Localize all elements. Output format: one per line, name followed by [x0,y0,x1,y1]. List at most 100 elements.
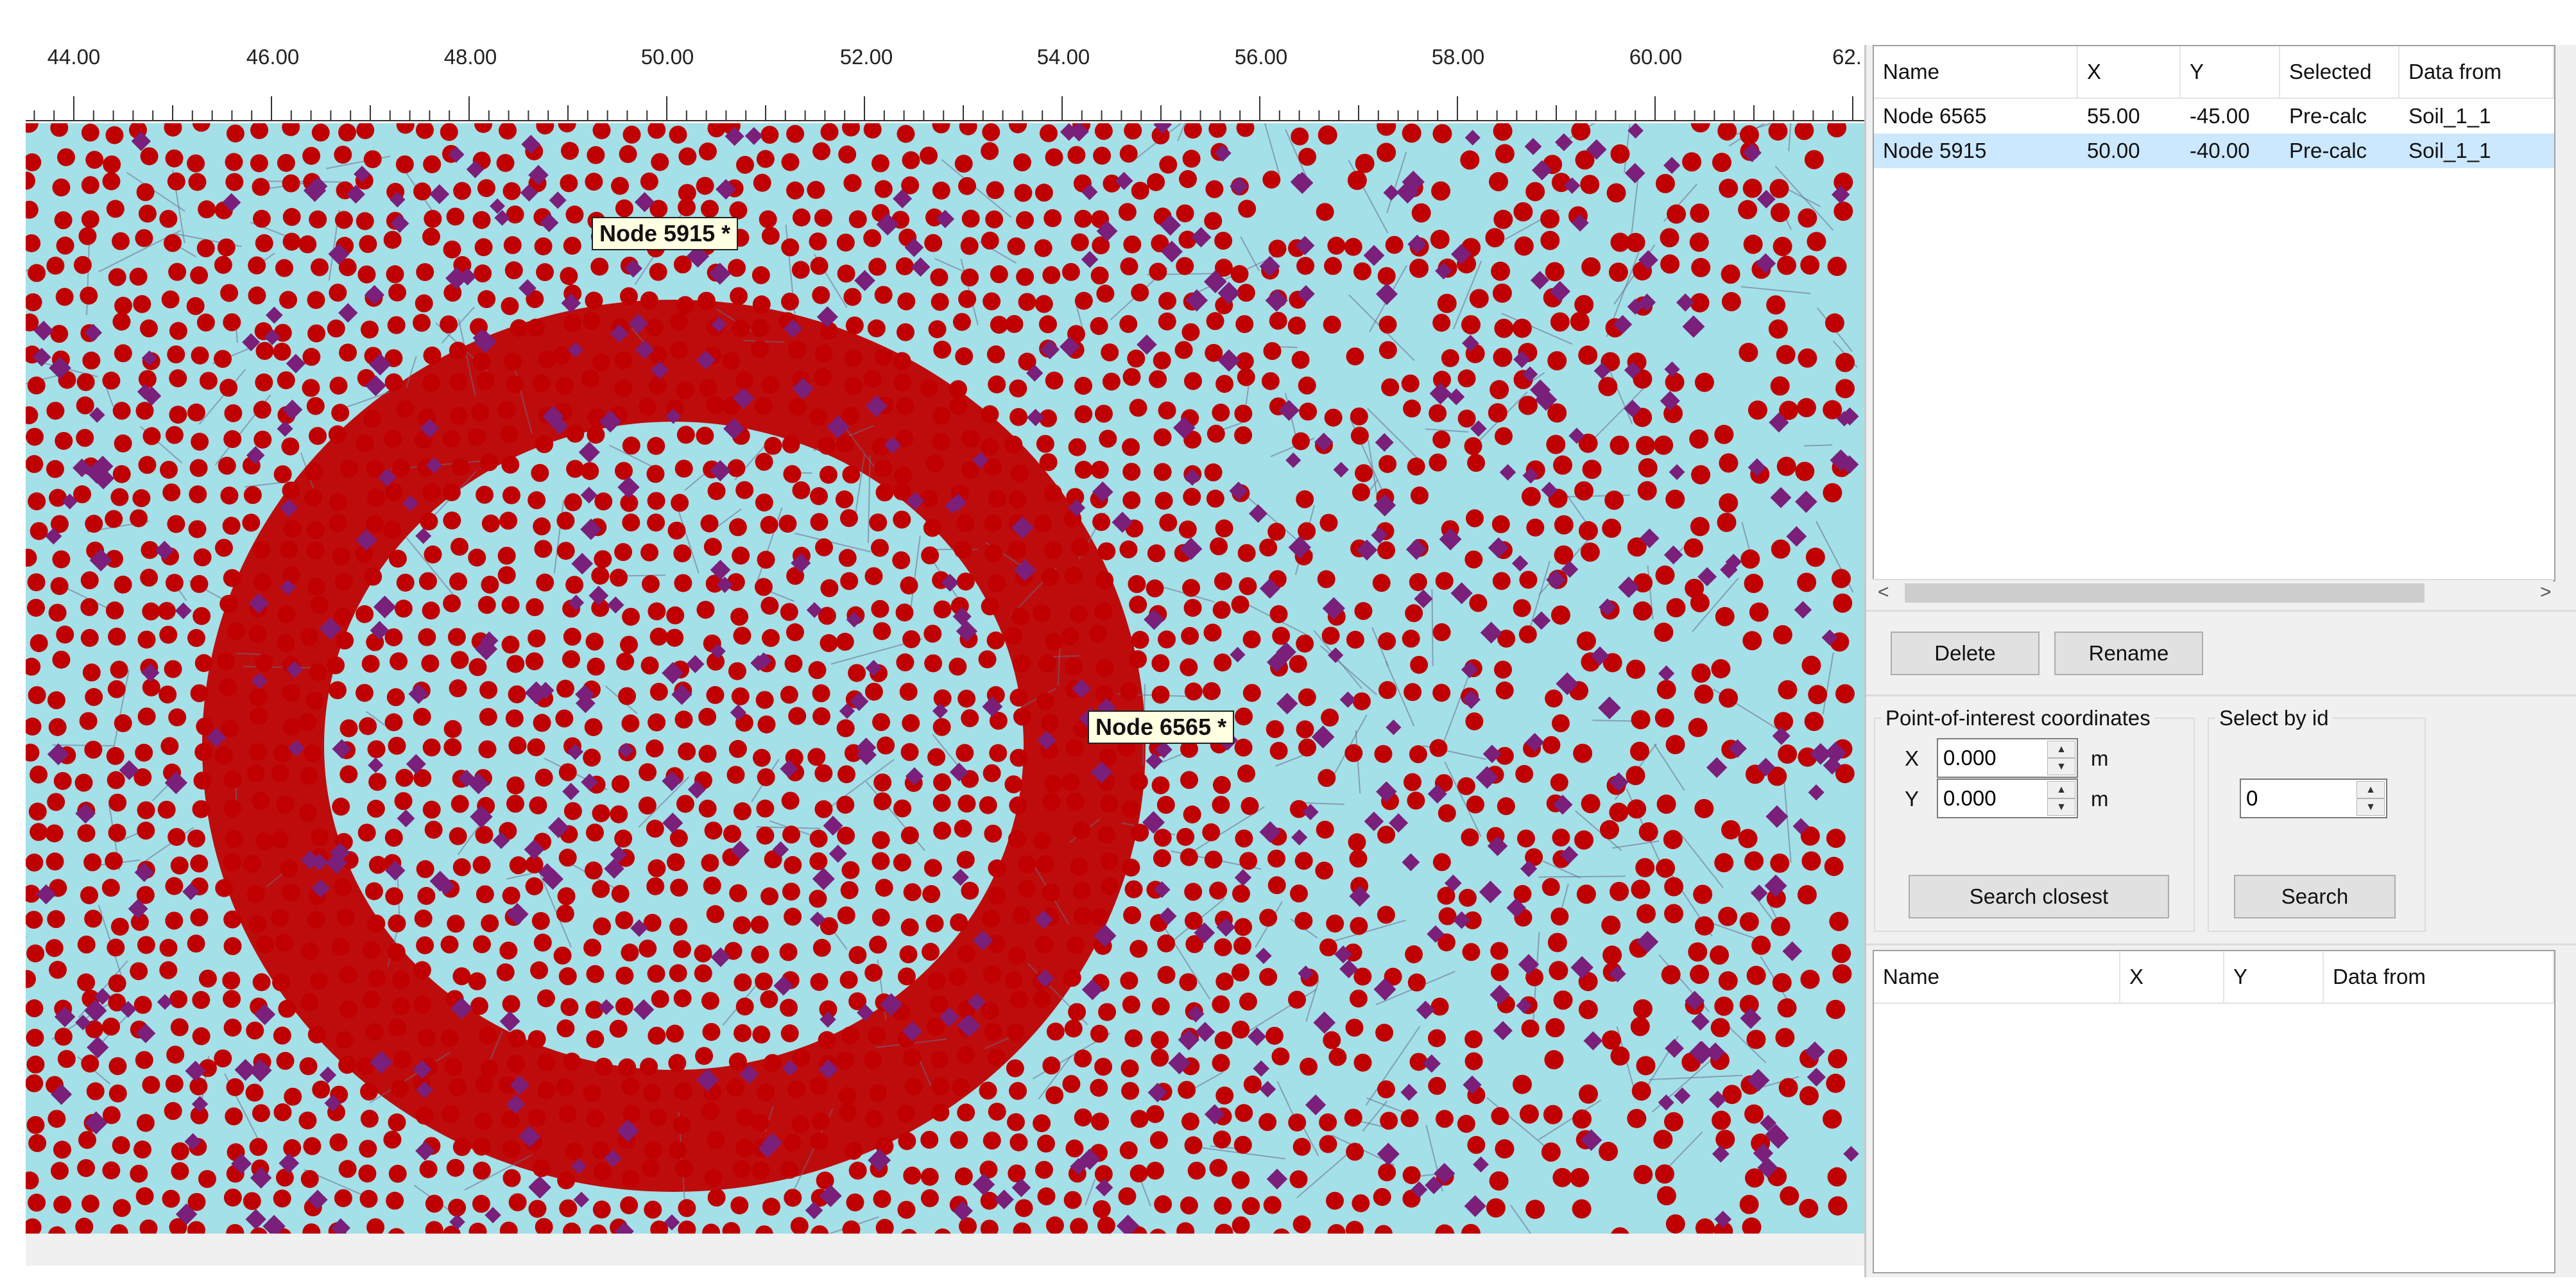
mesh-node [1319,513,1338,532]
mesh-node [988,574,1006,592]
spin-up-icon[interactable]: ▲ [2047,781,2075,798]
mesh-node [1129,596,1147,614]
node-label-6565[interactable]: Node 6565 * [1088,710,1235,744]
search-button[interactable]: Search [2234,875,2396,918]
mesh-node [226,1224,245,1234]
mesh-node [954,1167,973,1185]
mesh-node [560,267,578,286]
mesh-node [534,237,553,255]
mesh-node [954,820,972,838]
mesh-diamond-node [1333,461,1349,478]
mesh-node [1636,1056,1656,1076]
mesh-node [1377,123,1396,136]
spin-up-icon[interactable]: ▲ [2047,741,2075,758]
mesh-node [1043,484,1062,503]
mesh-node [786,181,805,200]
mesh-node [836,719,855,737]
mesh-node [468,972,486,990]
mesh-node [167,345,185,364]
mesh-node [1572,1199,1592,1219]
poi-panel: Name X Y Selected Data from Node 6565 55… [1864,45,2576,1277]
mesh-node [1655,173,1675,193]
column-header-x[interactable]: X [2078,46,2181,98]
mesh-node [1711,659,1731,678]
mesh-canvas[interactable]: Node 5915 * Node 6565 * [26,123,1864,1234]
results-table[interactable]: Name X Y Data from [1873,950,2555,1273]
table-row[interactable]: Node 6565 55.00 -45.00 Pre-calc Soil_1_1 [1874,99,2554,133]
mesh-node [1545,262,1565,282]
mesh-diamond-node [368,757,384,773]
column-header-x[interactable]: X [2120,951,2224,1003]
mesh-nodes[interactable] [26,123,1864,1234]
node-id-input[interactable] [2241,780,2357,817]
column-header-y[interactable]: Y [2224,951,2324,1003]
x-coordinate-spinbox[interactable]: ▲▼ [1937,738,2078,778]
column-header-data-from[interactable]: Data from [2400,46,2554,98]
spin-down-icon[interactable]: ▼ [2047,798,2075,816]
mesh-node [1410,655,1429,674]
mesh-node [248,743,267,761]
spin-down-icon[interactable]: ▼ [2047,758,2075,775]
mesh-node [418,628,436,646]
column-header-y[interactable]: Y [2181,46,2280,98]
spin-down-icon[interactable]: ▼ [2357,798,2385,816]
mesh-node [585,1001,604,1019]
mesh-node [1325,1191,1344,1210]
mesh-node [706,905,725,924]
mesh-node [1626,659,1645,679]
rename-button[interactable]: Rename [2054,632,2203,675]
y-coordinate-spinbox[interactable]: ▲▼ [1937,779,2078,818]
mesh-node [1777,998,1797,1018]
mesh-node [750,340,769,358]
scrollbar-thumb[interactable] [1905,583,2425,603]
mesh-node [1321,626,1340,645]
mesh-edge [1240,236,1260,271]
node-label-5915[interactable]: Node 5915 * [592,217,739,250]
column-header-data-from[interactable]: Data from [2324,951,2554,1003]
poi-table[interactable]: Name X Y Selected Data from Node 6565 55… [1873,45,2555,581]
mesh-node [957,945,975,963]
mesh-node [52,178,71,197]
mesh-node [1147,544,1165,563]
mesh-node [1121,1081,1140,1100]
mesh-node [1430,229,1450,249]
scroll-left-icon[interactable]: < [1878,581,1889,603]
mesh-node [784,856,802,874]
mesh-node [707,1188,726,1207]
mesh-node [1631,879,1651,899]
mesh-node [108,823,126,842]
mesh-diamond-node [1669,464,1685,480]
mesh-node [867,1026,886,1045]
cell-name: Node 6565 [1883,104,1987,128]
column-header-selected[interactable]: Selected [2280,46,2400,98]
mesh-node [863,123,882,139]
mesh-node [395,768,414,787]
horizontal-scrollbar[interactable]: < > [1873,579,2553,606]
mesh-node [903,1048,922,1067]
mesh-node [563,314,582,333]
x-coordinate-input[interactable] [1938,739,2047,777]
column-header-name[interactable]: Name [1874,951,2120,1003]
mesh-node [1661,965,1681,985]
delete-button[interactable]: Delete [1891,632,2039,675]
table-row-selected[interactable]: Node 5915 50.00 -40.00 Pre-calc Soil_1_1 [1874,133,2554,168]
node-id-spinbox[interactable]: ▲▼ [2240,779,2387,818]
mesh-node [300,993,319,1012]
mesh-node [384,373,403,392]
mesh-node [1040,714,1059,732]
y-coordinate-input[interactable] [1938,780,2047,817]
mesh-node [252,791,270,810]
cell-y: -45.00 [2190,104,2250,128]
column-header-name[interactable]: Name [1874,46,2078,98]
scroll-right-icon[interactable]: > [2540,581,2552,603]
search-closest-button[interactable]: Search closest [1909,875,2169,918]
mesh-node [1038,315,1057,334]
mesh-node [497,546,516,565]
mesh-node [329,514,347,533]
mesh-node [645,318,664,337]
mesh-node [839,1103,857,1122]
mesh-node [193,771,212,790]
spin-up-icon[interactable]: ▲ [2357,781,2385,798]
mesh-node [781,238,800,257]
mesh-node [1497,797,1515,816]
